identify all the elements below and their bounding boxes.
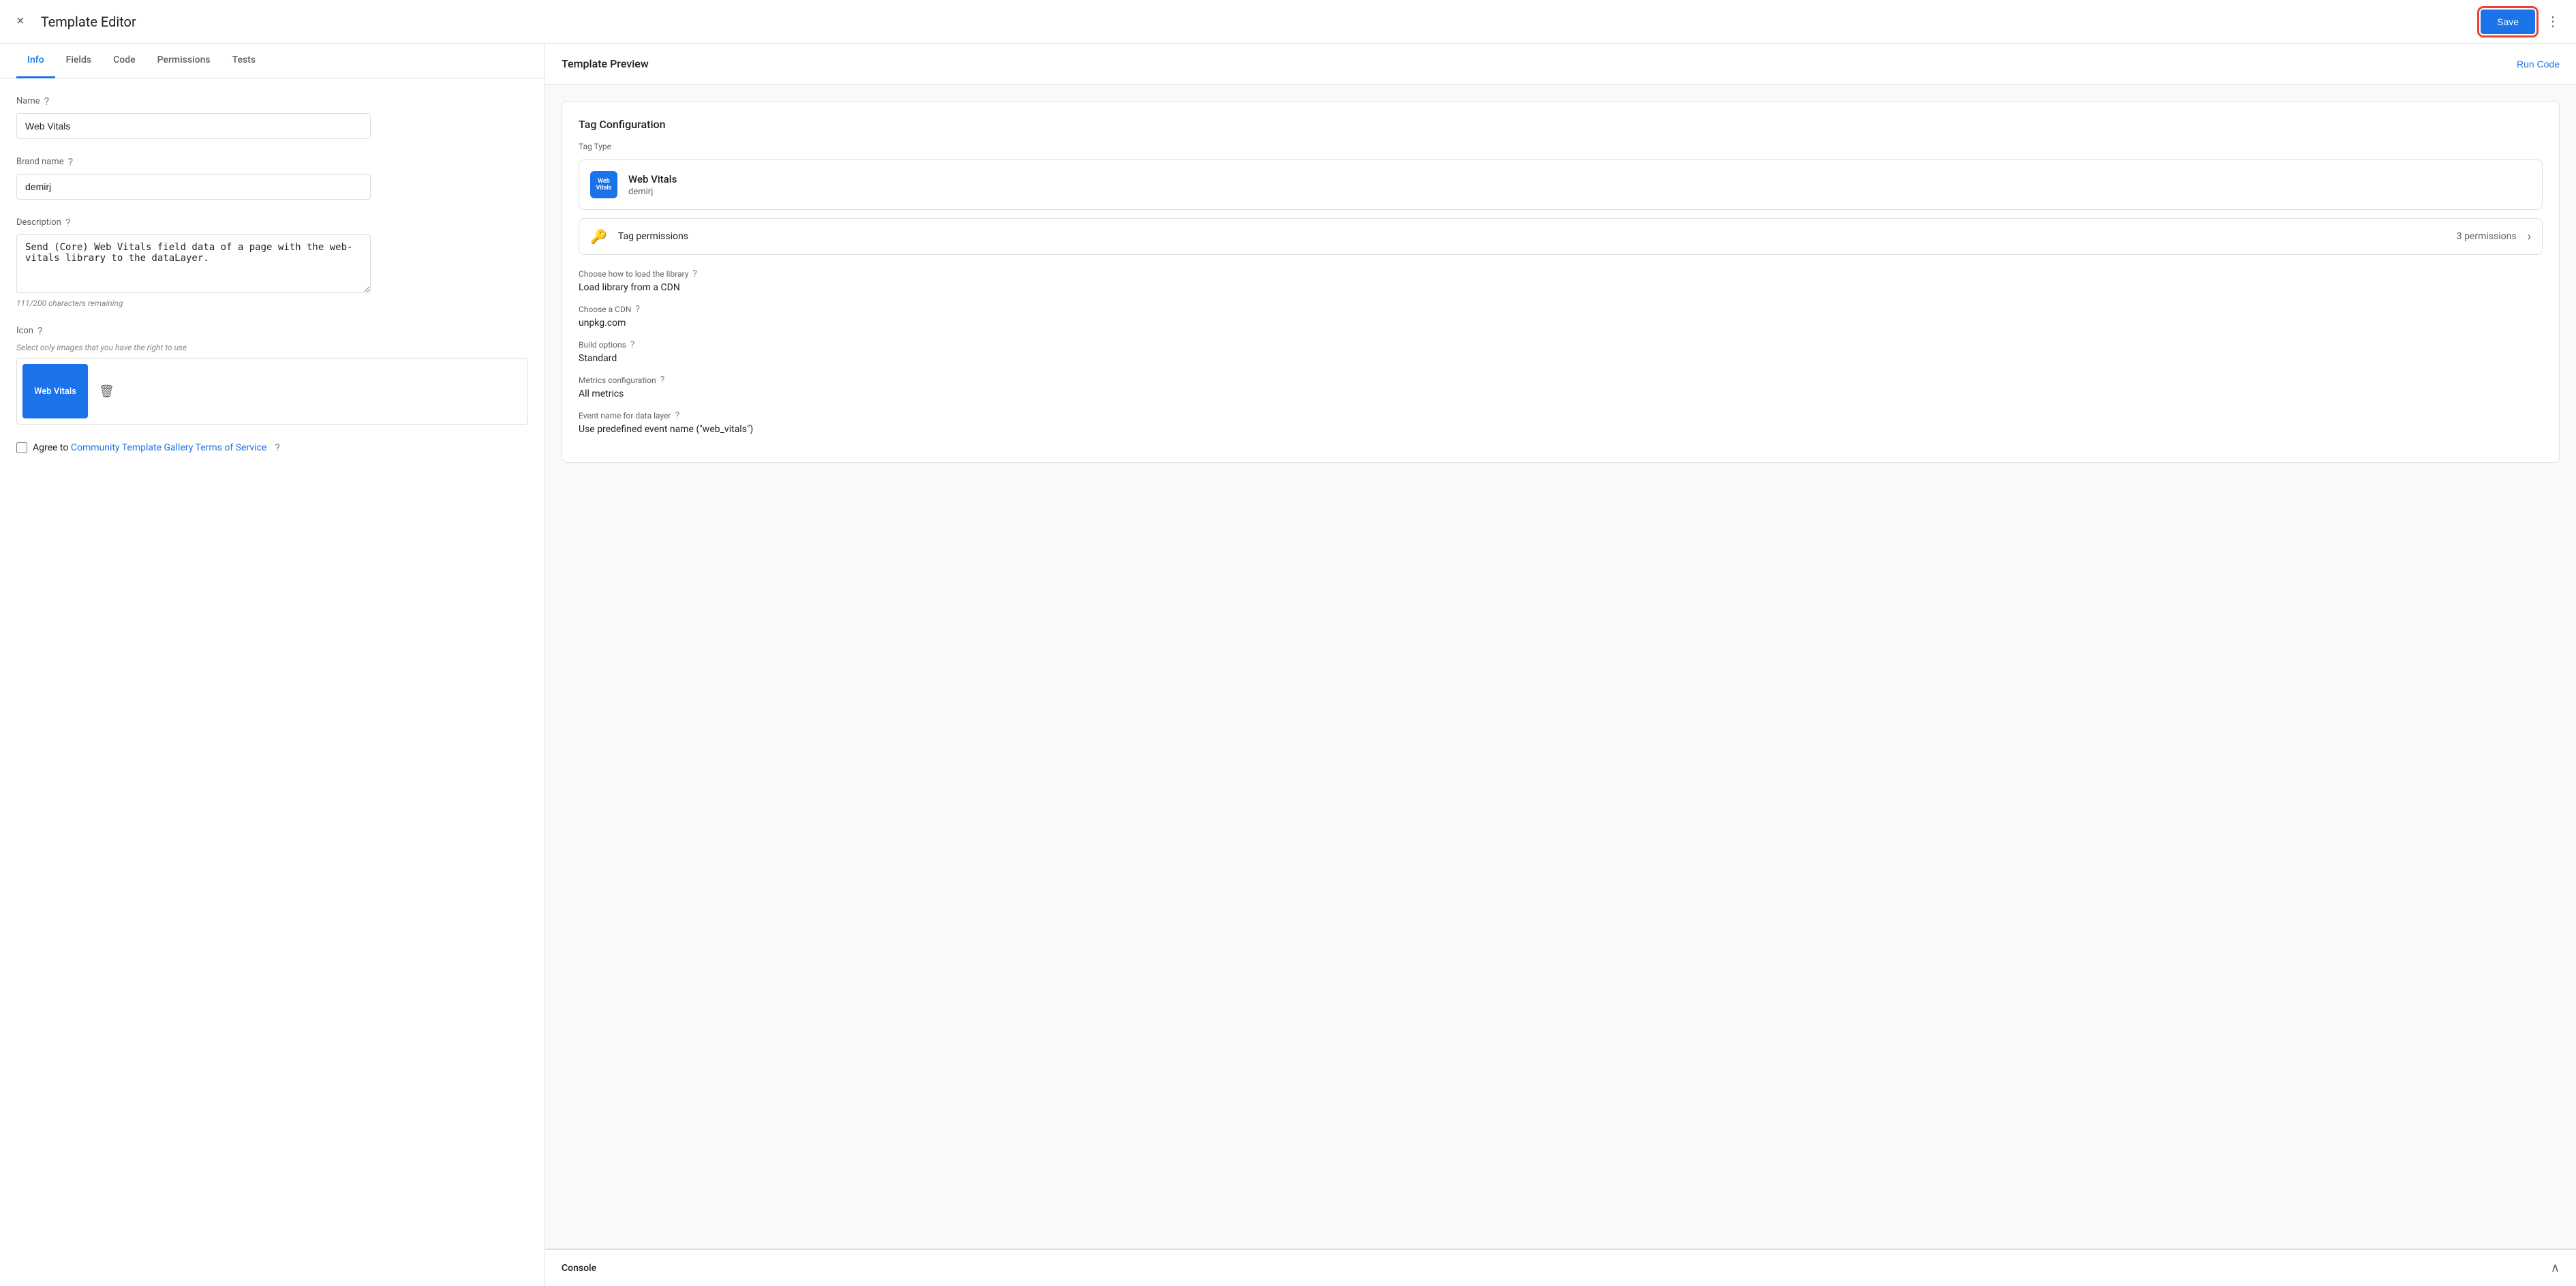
metrics-value: All metrics [579,388,2543,399]
tab-code[interactable]: Code [102,44,146,78]
save-button[interactable]: Save [2481,10,2535,34]
metrics-label: Metrics configuration ? [579,375,2543,386]
tag-name: Web Vitals [628,173,2531,185]
console-header[interactable]: Console ∧ [545,1249,2576,1286]
icon-preview-box: Web Vitals [22,364,88,418]
agree-checkbox[interactable] [16,442,27,453]
load-library-row: Choose how to load the library ? Load li… [579,269,2543,293]
agree-row: Agree to Community Template Gallery Term… [16,441,528,454]
more-options-button[interactable]: ⋮ [2541,7,2565,35]
icon-field-group: Icon ? Select only images that you have … [16,324,528,425]
tag-info: Web Vitals demirj [628,173,2531,197]
tab-permissions[interactable]: Permissions [147,44,221,78]
icon-note: Select only images that you have the rig… [16,343,528,352]
header-left: × Template Editor [11,8,136,35]
tab-info[interactable]: Info [16,44,55,78]
char-count: 111/200 characters remaining [16,298,528,308]
brand-label: Brand name ? [16,155,528,168]
brand-help-icon[interactable]: ? [68,155,74,168]
permissions-row[interactable]: 🔑 Tag permissions 3 permissions › [579,218,2543,255]
right-panel: Template Preview Run Code Tag Configurat… [545,44,2576,1286]
tag-icon-text: Web Vitals [590,178,617,192]
tab-tests[interactable]: Tests [221,44,266,78]
cdn-help-icon[interactable]: ? [635,304,640,315]
event-value: Use predefined event name ("web_vitals") [579,424,2543,435]
left-panel: Info Fields Code Permissions Tests Name … [0,44,545,1286]
app-header: × Template Editor Save ⋮ [0,0,2576,44]
build-value: Standard [579,353,2543,364]
key-icon: 🔑 [590,228,607,245]
close-icon: × [16,14,25,29]
more-icon: ⋮ [2546,13,2560,30]
preview-content: Tag Configuration Tag Type Web Vitals We… [545,85,2576,1249]
delete-icon: 🗑 [99,384,114,398]
tab-fields[interactable]: Fields [55,44,102,78]
description-textarea[interactable]: Send (Core) Web Vitals field data of a p… [16,234,371,293]
tag-config-card: Tag Configuration Tag Type Web Vitals We… [562,101,2560,463]
tag-item: Web Vitals Web Vitals demirj [579,159,2543,210]
load-library-value: Load library from a CDN [579,282,2543,293]
permissions-count: 3 permissions [2457,231,2517,242]
cdn-row: Choose a CDN ? unpkg.com [579,304,2543,328]
build-row: Build options ? Standard [579,339,2543,364]
metrics-row: Metrics configuration ? All metrics [579,375,2543,399]
console-chevron-icon: ∧ [2551,1261,2560,1275]
build-label: Build options ? [579,339,2543,350]
description-help-icon[interactable]: ? [65,216,71,229]
brand-field-group: Brand name ? [16,155,528,200]
name-help-icon[interactable]: ? [44,95,50,108]
main-layout: Info Fields Code Permissions Tests Name … [0,44,2576,1286]
cdn-label: Choose a CDN ? [579,304,2543,315]
build-help-icon[interactable]: ? [630,339,635,350]
agree-link[interactable]: Community Template Gallery Terms of Serv… [71,442,266,453]
name-field-group: Name ? [16,95,528,139]
close-button[interactable]: × [11,8,30,35]
preview-title: Template Preview [562,57,649,70]
brand-input[interactable] [16,174,371,200]
load-library-label: Choose how to load the library ? [579,269,2543,279]
description-field-group: Description ? Send (Core) Web Vitals fie… [16,216,528,308]
name-input[interactable] [16,113,371,139]
metrics-help-icon[interactable]: ? [660,375,665,386]
tag-config-title: Tag Configuration [579,118,2543,131]
preview-header: Template Preview Run Code [545,44,2576,85]
icon-delete-button[interactable]: 🗑 [93,379,120,404]
permissions-label: Tag permissions [618,231,2446,242]
console-title: Console [562,1263,596,1274]
event-help-icon[interactable]: ? [675,410,680,421]
cdn-value: unpkg.com [579,318,2543,328]
icon-wrapper: Web Vitals 🗑 [16,358,528,425]
app-title: Template Editor [41,14,136,30]
event-row: Event name for data layer ? Use predefin… [579,410,2543,435]
tag-sub: demirj [628,187,2531,197]
event-label: Event name for data layer ? [579,410,2543,421]
header-right: Save ⋮ [2481,7,2565,35]
description-label: Description ? [16,216,528,229]
chevron-right-icon: › [2528,230,2531,244]
icon-help-icon[interactable]: ? [37,324,43,337]
config-details: Choose how to load the library ? Load li… [579,269,2543,435]
agree-text: Agree to Community Template Gallery Term… [33,442,266,453]
icon-label: Icon ? [16,324,528,337]
tag-icon-box: Web Vitals [590,171,617,198]
tabs-bar: Info Fields Code Permissions Tests [0,44,545,78]
load-library-help-icon[interactable]: ? [692,269,697,279]
info-form: Name ? Brand name ? Description ? S [0,78,545,1286]
run-code-button[interactable]: Run Code [2517,59,2560,70]
name-label: Name ? [16,95,528,108]
console-section: Console ∧ [545,1249,2576,1286]
tag-type-label: Tag Type [579,142,2543,151]
agree-help-icon[interactable]: ? [275,441,280,454]
